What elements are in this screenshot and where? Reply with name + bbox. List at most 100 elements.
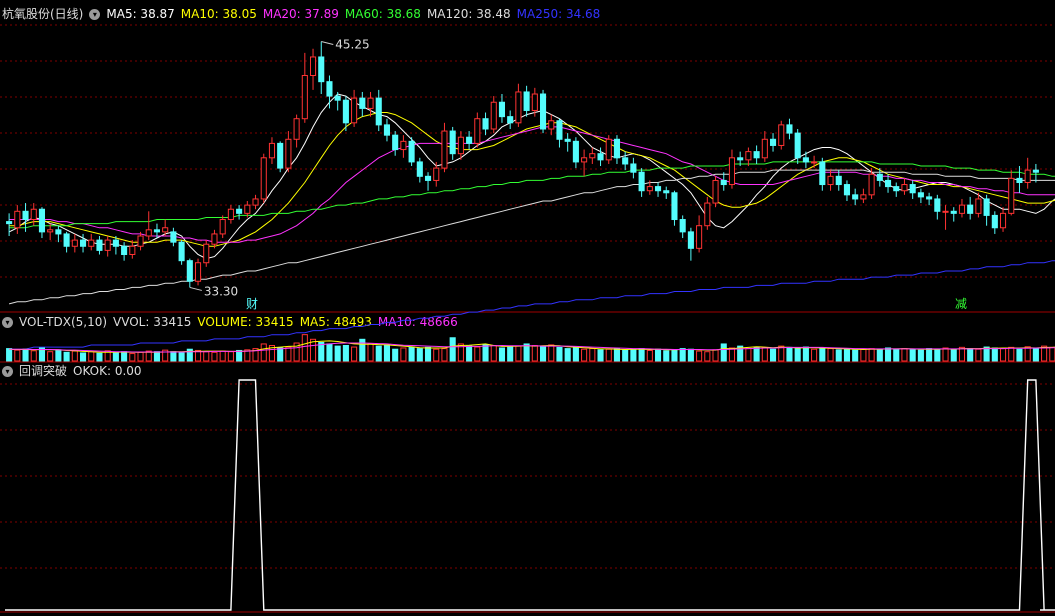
candle-body bbox=[819, 161, 826, 186]
volume-bar bbox=[975, 348, 982, 362]
volume-bar bbox=[999, 348, 1007, 362]
candle-body bbox=[375, 97, 382, 126]
candle-body bbox=[55, 229, 62, 235]
candle-body bbox=[663, 190, 670, 194]
volume-bar bbox=[622, 349, 629, 362]
volume-bar bbox=[121, 351, 128, 362]
volume-bar bbox=[351, 346, 358, 362]
volume-bar bbox=[646, 349, 653, 362]
candle-body bbox=[88, 239, 95, 247]
candle-body bbox=[38, 208, 46, 233]
candle-body bbox=[162, 227, 169, 233]
candle-body bbox=[359, 97, 366, 109]
candle-body bbox=[868, 173, 875, 196]
candle-body bbox=[802, 157, 809, 163]
volume-bar bbox=[794, 348, 801, 362]
candle-body bbox=[679, 219, 686, 233]
volume-bar bbox=[687, 348, 694, 362]
volume-bar bbox=[507, 346, 514, 362]
candle-body bbox=[351, 97, 358, 124]
volume-bar bbox=[170, 351, 177, 362]
low-pointer bbox=[189, 286, 202, 291]
volume-bar bbox=[967, 348, 974, 362]
volume-bar bbox=[88, 351, 95, 362]
candle-body bbox=[654, 186, 662, 192]
volume-bar bbox=[671, 349, 678, 362]
volume-bar bbox=[14, 349, 21, 362]
volume-bar bbox=[901, 348, 908, 362]
candle-body bbox=[367, 97, 374, 109]
volume-bar bbox=[539, 346, 547, 362]
candle-body bbox=[1008, 177, 1015, 214]
volume-bar bbox=[1049, 346, 1055, 362]
candle-body bbox=[383, 124, 391, 136]
candle-body bbox=[301, 74, 308, 120]
candle-body bbox=[999, 212, 1007, 229]
volume-bar bbox=[531, 345, 538, 362]
volume-bar bbox=[79, 352, 87, 362]
candle-body bbox=[622, 157, 629, 165]
candle-body bbox=[260, 157, 267, 200]
candle-body bbox=[482, 118, 489, 130]
candle-body bbox=[441, 130, 448, 169]
volume-bar bbox=[802, 346, 809, 362]
candle-body bbox=[704, 202, 711, 227]
volume-bar bbox=[490, 345, 497, 362]
candle-body bbox=[745, 151, 752, 161]
candle-body bbox=[1032, 169, 1039, 173]
candle-body bbox=[490, 101, 497, 130]
volume-bar bbox=[769, 348, 777, 362]
candle-body bbox=[277, 142, 284, 169]
volume-bar bbox=[679, 348, 686, 362]
volume-bar bbox=[696, 350, 703, 362]
candle-body bbox=[605, 138, 612, 161]
stock-chart[interactable]: 45.25 33.30 bbox=[0, 0, 1055, 616]
candle-body bbox=[318, 56, 325, 83]
candle-body bbox=[178, 241, 185, 262]
candle-body bbox=[687, 231, 694, 249]
candle-body bbox=[457, 136, 464, 155]
volume-bar bbox=[137, 351, 144, 362]
volume-bar bbox=[30, 350, 37, 362]
volume-bar bbox=[515, 345, 522, 362]
volume-bar bbox=[392, 348, 399, 362]
candle-body bbox=[424, 175, 432, 181]
candle-body bbox=[449, 130, 456, 155]
volume-bar bbox=[704, 351, 711, 362]
candle-body bbox=[145, 229, 152, 237]
candle-body bbox=[720, 179, 727, 186]
volume-bar bbox=[1024, 346, 1031, 362]
volume-bar bbox=[203, 351, 210, 362]
ma-line-ma20 bbox=[9, 126, 1055, 243]
volume-bar bbox=[1008, 346, 1015, 362]
candle-body bbox=[71, 239, 78, 247]
candle-body bbox=[753, 151, 760, 159]
candle-body bbox=[30, 208, 37, 221]
candle-body bbox=[203, 243, 210, 264]
candle-body bbox=[638, 171, 645, 192]
volume-bar bbox=[129, 353, 136, 362]
volume-bar bbox=[991, 347, 998, 362]
volume-bar bbox=[909, 349, 916, 362]
candle-body bbox=[14, 210, 21, 229]
volume-bar bbox=[55, 349, 62, 362]
volume-bar bbox=[219, 350, 226, 362]
volume-bar bbox=[466, 345, 473, 362]
signal-line-okok bbox=[5, 379, 1055, 611]
volume-bar bbox=[178, 352, 185, 362]
volume-bar bbox=[22, 348, 29, 362]
volume-bar bbox=[400, 347, 407, 362]
candle-body bbox=[227, 208, 234, 221]
candle-body bbox=[975, 198, 982, 214]
volume-bar bbox=[301, 334, 308, 362]
volume-bar bbox=[227, 351, 234, 362]
high-price-label: 45.25 bbox=[335, 38, 369, 52]
candle-body bbox=[597, 153, 604, 161]
candle-body bbox=[268, 142, 276, 159]
candle-body bbox=[186, 260, 193, 282]
candle-body bbox=[334, 95, 341, 101]
candle-body bbox=[507, 116, 514, 124]
candle-body bbox=[137, 235, 144, 247]
candle-body bbox=[860, 194, 867, 200]
candle-body bbox=[498, 101, 506, 118]
